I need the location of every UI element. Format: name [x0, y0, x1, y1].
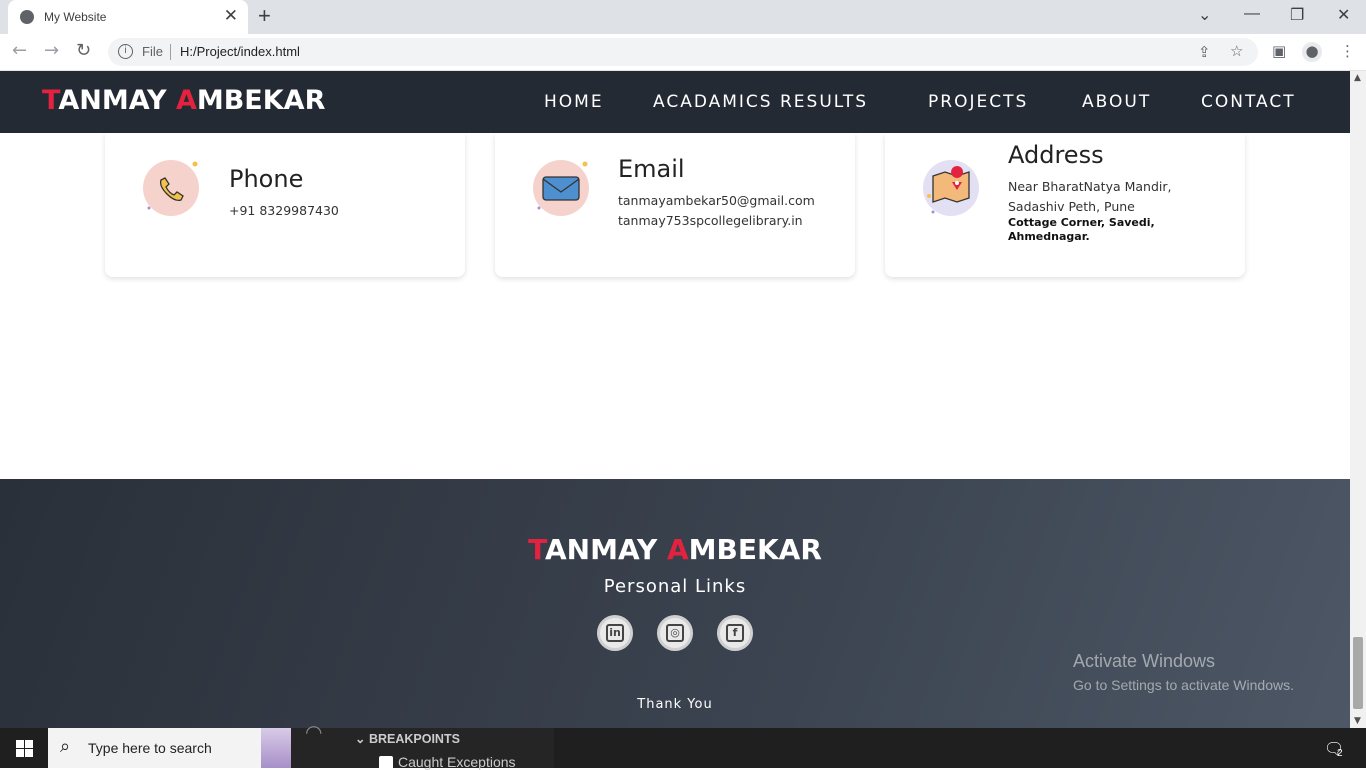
contact-section: Phone +91 8329987430 Email tanmayambekar… — [0, 133, 1350, 479]
browser-tab[interactable]: My Website ✕ — [8, 0, 248, 34]
email-heading: Email — [618, 155, 685, 183]
search-icon: ⌕ — [60, 736, 71, 757]
notification-count: 2 — [1337, 748, 1343, 759]
linkedin-icon[interactable]: in — [597, 615, 633, 651]
logo-text-last: MBEKAR — [196, 85, 326, 116]
email-card: Email tanmayambekar50@gmail.com tanmay75… — [495, 133, 855, 277]
address-card: Address Near BharatNatya Mandir, Sadashi… — [885, 133, 1245, 277]
eye-icon: ◠ — [305, 720, 323, 744]
site-header: TANMAY AMBEKAR HOME ACADAMICS RESULTS PR… — [0, 71, 1350, 133]
phone-icon — [143, 160, 199, 216]
lavender-image — [261, 728, 291, 768]
breakpoints-label: BREAKPOINTS — [368, 732, 460, 746]
address-separator — [170, 44, 171, 60]
side-panel-icon[interactable]: ▣ — [1272, 42, 1286, 60]
activate-windows-title: Activate Windows — [1073, 651, 1216, 671]
address-scheme: File — [142, 44, 163, 59]
instagram-glyph: ◎ — [666, 624, 684, 642]
instagram-icon[interactable]: ◎ — [657, 615, 693, 651]
email-secondary[interactable]: tanmay753spcollegelibrary.in — [618, 213, 803, 228]
linkedin-glyph: in — [606, 624, 624, 642]
bookmark-star-icon[interactable]: ☆ — [1230, 42, 1243, 60]
nav-about[interactable]: ABOUT — [1082, 92, 1151, 112]
minimize-button[interactable]: — — [1244, 5, 1260, 23]
page-scrollbar[interactable]: ▲ ▼ — [1350, 71, 1366, 728]
profile-avatar-icon[interactable]: ● — [1302, 42, 1322, 62]
browser-tab-strip: My Website ✕ + ⌄ — ❐ ✕ — [0, 0, 1366, 34]
nav-home[interactable]: HOME — [544, 92, 604, 112]
vscode-debug-panel: ◠ ⌄ BREAKPOINTS Caught Exceptions — [291, 720, 554, 770]
phone-heading: Phone — [229, 165, 304, 193]
breakpoints-header[interactable]: ⌄ BREAKPOINTS — [355, 731, 460, 746]
nav-academics-results[interactable]: ACADAMICS RESULTS — [653, 92, 868, 112]
footer-logo-initial-t: T — [528, 533, 545, 566]
globe-icon — [20, 10, 34, 24]
address-line-4: Ahmednagar. — [1008, 230, 1090, 243]
logo-initial-t: T — [42, 85, 59, 116]
activate-windows-subtitle: Go to Settings to activate Windows. — [1073, 677, 1294, 693]
address-line-3: Cottage Corner, Savedi, — [1008, 216, 1155, 229]
envelope-icon — [533, 160, 589, 216]
taskbar-search-box[interactable]: ⌕ Type here to search — [48, 728, 291, 768]
facebook-icon[interactable]: f — [717, 615, 753, 651]
close-tab-icon[interactable]: ✕ — [224, 6, 238, 26]
thank-you-text: Thank You — [637, 697, 713, 712]
site-logo[interactable]: TANMAY AMBEKAR — [42, 85, 325, 116]
footer-logo[interactable]: TANMAY AMBEKAR — [0, 533, 1350, 566]
nav-contact[interactable]: CONTACT — [1201, 92, 1296, 112]
windows-start-icon[interactable] — [16, 740, 33, 757]
menu-kebab-icon[interactable]: ⋮ — [1340, 42, 1355, 60]
logo-initial-a: A — [175, 85, 197, 116]
nav-projects[interactable]: PROJECTS — [928, 92, 1028, 112]
forward-arrow-icon[interactable]: → — [44, 40, 59, 61]
footer-logo-initial-a: A — [666, 533, 689, 566]
scroll-down-arrow-icon[interactable]: ▼ — [1354, 716, 1361, 726]
address-line-1: Near BharatNatya Mandir, — [1008, 179, 1172, 194]
share-icon[interactable]: ⇪ — [1198, 43, 1211, 61]
footer-logo-text-first: ANMAY — [545, 533, 667, 566]
logo-text-first: ANMAY — [58, 85, 176, 116]
tab-search-chevron-icon[interactable]: ⌄ — [1198, 5, 1211, 25]
restore-button[interactable]: ❐ — [1290, 5, 1304, 25]
taskbar-search-placeholder: Type here to search — [88, 740, 212, 756]
address-heading: Address — [1008, 141, 1104, 169]
new-tab-button[interactable]: + — [258, 3, 271, 29]
back-arrow-icon[interactable]: ← — [12, 40, 27, 61]
info-icon[interactable]: i — [118, 44, 133, 59]
close-window-button[interactable]: ✕ — [1337, 5, 1350, 25]
scrollbar-thumb[interactable] — [1353, 637, 1363, 709]
map-pin-icon — [923, 160, 979, 216]
phone-number[interactable]: +91 8329987430 — [229, 203, 339, 218]
email-primary[interactable]: tanmayambekar50@gmail.com — [618, 193, 815, 208]
phone-card: Phone +91 8329987430 — [105, 133, 465, 277]
address-url[interactable]: H:/Project/index.html — [180, 44, 300, 59]
footer-logo-text-last: MBEKAR — [688, 533, 822, 566]
personal-links-heading: Personal Links — [603, 576, 747, 597]
browser-toolbar: ← → ↻ i File H:/Project/index.html ⇪ ☆ ▣… — [0, 34, 1366, 71]
address-line-2: Sadashiv Peth, Pune — [1008, 199, 1135, 214]
facebook-glyph: f — [726, 624, 744, 642]
site-footer: TANMAY AMBEKAR Personal Links in ◎ f Tha… — [0, 479, 1350, 728]
windows-taskbar: ⌕ Type here to search ◠ ⌄ BREAKPOINTS Ca… — [0, 720, 1366, 770]
reload-icon[interactable]: ↻ — [76, 40, 91, 61]
scroll-up-arrow-icon[interactable]: ▲ — [1354, 73, 1361, 83]
address-bar[interactable]: i File H:/Project/index.html ⇪ ☆ — [108, 38, 1258, 66]
tab-title: My Website — [44, 10, 107, 24]
